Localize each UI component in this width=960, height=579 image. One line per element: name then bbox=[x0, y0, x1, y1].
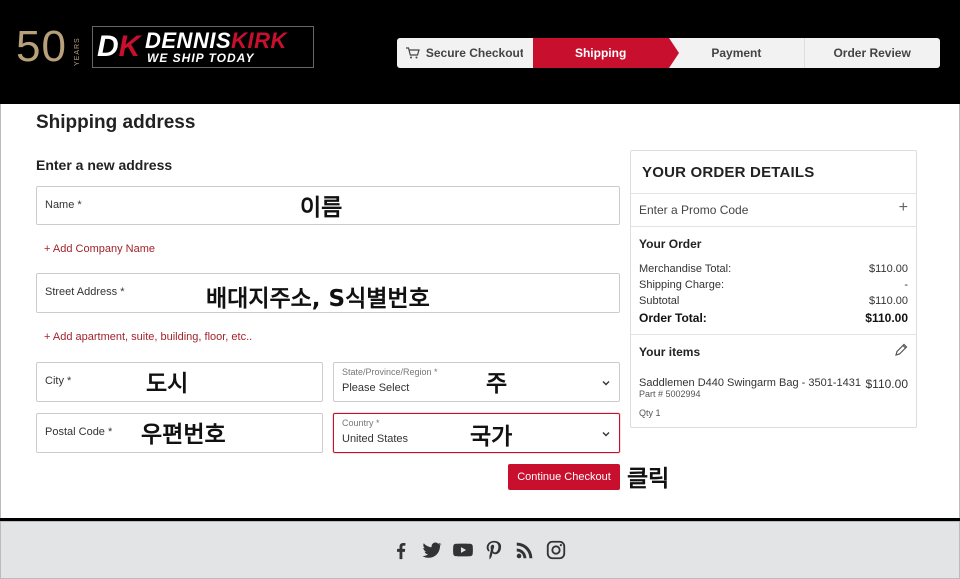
dennis-kirk-logo[interactable]: 50 YEARS DK DENNISKIRK WE SHIP TODAY bbox=[16, 22, 316, 71]
row-label: Merchandise Total: bbox=[639, 263, 732, 275]
row-value: $110.00 bbox=[865, 311, 908, 325]
item-price: $110.00 bbox=[865, 377, 909, 391]
pencil-icon[interactable] bbox=[894, 343, 908, 357]
logo-tagline: WE SHIP TODAY bbox=[147, 51, 255, 65]
state-value: Please Select bbox=[342, 382, 410, 394]
annotation-name: 이름 bbox=[300, 195, 343, 221]
site-footer bbox=[0, 521, 960, 579]
logo-monogram: DK bbox=[97, 30, 141, 63]
annotation-city: 도시 bbox=[146, 371, 189, 397]
row-value: - bbox=[904, 279, 908, 291]
logo-years-label: YEARS bbox=[74, 37, 81, 66]
item-quantity: Qty 1 bbox=[639, 408, 661, 418]
city-label: City * bbox=[45, 375, 72, 387]
country-value: United States bbox=[342, 433, 409, 445]
annotation-postal: 우편번호 bbox=[141, 422, 226, 448]
divider bbox=[631, 193, 916, 194]
step-payment: Payment bbox=[668, 38, 805, 68]
continue-checkout-button[interactable]: Continue Checkout bbox=[508, 464, 620, 490]
your-order-title: Your Order bbox=[639, 237, 702, 251]
facebook-icon[interactable] bbox=[390, 539, 412, 561]
row-label: Shipping Charge: bbox=[639, 279, 725, 291]
row-label: Subtotal bbox=[639, 295, 680, 307]
promo-code-toggle[interactable]: Enter a Promo Code bbox=[639, 203, 748, 217]
subtotal-row: Subtotal $110.00 bbox=[639, 295, 908, 307]
chevron-down-icon bbox=[602, 432, 610, 437]
chevron-down-icon bbox=[602, 381, 610, 386]
instagram-icon[interactable] bbox=[545, 539, 567, 561]
step-label: Payment bbox=[711, 46, 762, 60]
state-label: State/Province/Region * bbox=[342, 367, 438, 377]
merchandise-total-row: Merchandise Total: $110.00 bbox=[639, 263, 908, 275]
state-select[interactable]: State/Province/Region * Please Select bbox=[333, 362, 620, 402]
section-title: Enter a new address bbox=[36, 157, 173, 173]
annotation-country: 국가 bbox=[470, 424, 513, 450]
divider bbox=[631, 226, 916, 227]
order-total-row: Order Total: $110.00 bbox=[639, 311, 908, 325]
step-label: Secure Checkout bbox=[425, 46, 524, 60]
row-label: Order Total: bbox=[639, 311, 707, 325]
plus-icon[interactable]: + bbox=[899, 199, 908, 217]
order-details-panel: YOUR ORDER DETAILS Enter a Promo Code + … bbox=[630, 150, 917, 428]
step-label: Order Review bbox=[833, 46, 911, 60]
rss-icon[interactable] bbox=[514, 539, 536, 561]
social-links bbox=[390, 539, 567, 561]
page-title: Shipping address bbox=[36, 112, 196, 133]
annotation-street: 배대지주소, S식별번호 bbox=[206, 286, 430, 312]
site-header: 50 YEARS DK DENNISKIRK WE SHIP TODAY Sec… bbox=[0, 0, 960, 104]
row-value: $110.00 bbox=[869, 263, 908, 275]
shipping-charge-row: Shipping Charge: - bbox=[639, 279, 908, 291]
main-content: Shipping address Enter a new address Nam… bbox=[0, 104, 960, 518]
checkout-steps: Secure Checkout Shipping Payment Order R… bbox=[397, 38, 940, 68]
annotation-click: 클릭 bbox=[627, 466, 670, 492]
pinterest-icon[interactable] bbox=[483, 539, 505, 561]
logo-50-years: 50 bbox=[16, 22, 67, 71]
your-items-title: Your items bbox=[639, 345, 701, 359]
name-label: Name * bbox=[45, 199, 82, 211]
divider bbox=[631, 334, 916, 335]
postal-label: Postal Code * bbox=[45, 426, 113, 438]
step-label: Shipping bbox=[574, 46, 627, 60]
step-secure-checkout: Secure Checkout bbox=[397, 38, 533, 68]
cart-icon bbox=[405, 47, 420, 59]
add-company-link[interactable]: + Add Company Name bbox=[44, 243, 155, 255]
country-label: Country * bbox=[342, 418, 380, 428]
add-apartment-link[interactable]: + Add apartment, suite, building, floor,… bbox=[44, 331, 252, 343]
step-shipping: Shipping bbox=[532, 38, 679, 68]
row-value: $110.00 bbox=[869, 295, 908, 307]
step-order-review: Order Review bbox=[804, 38, 940, 68]
street-label: Street Address * bbox=[45, 286, 125, 298]
item-name[interactable]: Saddlemen D440 Swingarm Bag - 3501-1431 bbox=[639, 377, 861, 389]
item-part-number: Part # 5002994 bbox=[639, 389, 701, 399]
youtube-icon[interactable] bbox=[452, 539, 474, 561]
logo-wordmark: DK DENNISKIRK WE SHIP TODAY bbox=[92, 26, 314, 68]
order-details-title: YOUR ORDER DETAILS bbox=[642, 164, 815, 181]
annotation-state: 주 bbox=[486, 371, 508, 397]
twitter-icon[interactable] bbox=[421, 539, 443, 561]
logo-name: DENNISKIRK bbox=[145, 28, 287, 53]
